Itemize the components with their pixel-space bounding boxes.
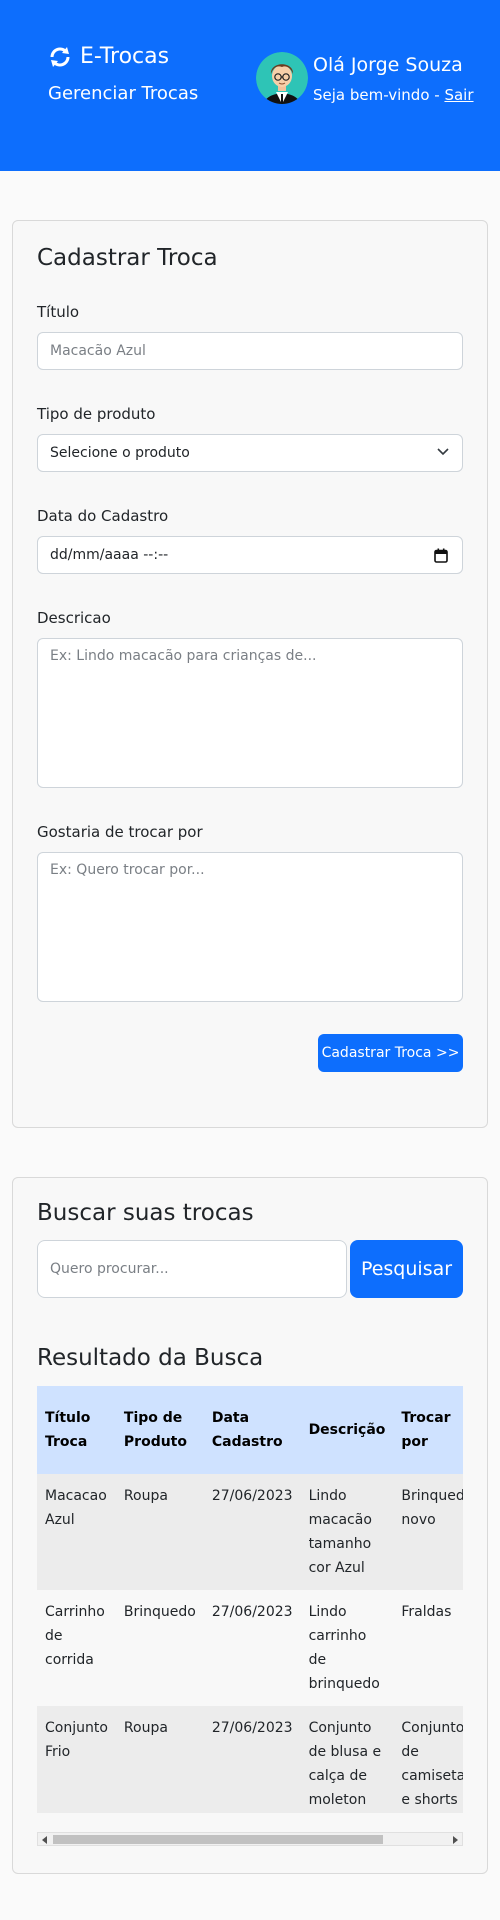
- cell-tipo: Brinquedo: [115, 1590, 204, 1706]
- tipo-select[interactable]: Selecione o produto: [37, 434, 463, 472]
- cell-descricao: Lindo macacão tamanho cor Azul: [300, 1474, 394, 1590]
- data-input[interactable]: dd/mm/aaaa --:--: [37, 536, 463, 574]
- search-button[interactable]: Pesquisar: [350, 1240, 463, 1298]
- cell-titulo: Conjunto Frio: [37, 1706, 116, 1813]
- search-card: Buscar suas trocas Pesquisar Resultado d…: [12, 1177, 488, 1874]
- welcome-line: Seja bem-vindo - Sair: [313, 86, 474, 104]
- cell-trocar: Brinquedo novo: [393, 1474, 463, 1590]
- cell-titulo: Macacao Azul: [37, 1474, 116, 1590]
- cell-data: 27/06/2023: [203, 1590, 301, 1706]
- search-input[interactable]: [37, 1240, 347, 1298]
- results-table-wrap[interactable]: Título Troca Tipo de Produto Data Cadast…: [37, 1386, 463, 1813]
- table-row: Macacao Azul Roupa 27/06/2023 Lindo maca…: [37, 1474, 463, 1590]
- col-header-descricao: Descrição: [300, 1386, 394, 1474]
- table-row: Carrinho de corrida Brinquedo 27/06/2023…: [37, 1590, 463, 1706]
- tipo-select-wrap[interactable]: Selecione o produto: [37, 434, 463, 472]
- logout-link[interactable]: Sair: [444, 86, 473, 104]
- cell-data: 27/06/2023: [203, 1706, 301, 1813]
- register-title: Cadastrar Troca: [37, 245, 218, 271]
- data-label: Data do Cadastro: [37, 507, 169, 525]
- cell-trocar: Fraldas: [393, 1590, 463, 1706]
- data-value: dd/mm/aaaa --:--: [50, 547, 169, 563]
- col-header-trocar: Trocar por: [393, 1386, 463, 1474]
- page-subtitle: Gerenciar Trocas: [48, 83, 199, 104]
- cell-descricao: Conjunto de blusa e calça de moleton: [300, 1706, 394, 1813]
- submit-button[interactable]: Cadastrar Troca >>: [318, 1034, 463, 1072]
- cell-tipo: Roupa: [115, 1706, 204, 1813]
- cell-tipo: Roupa: [115, 1474, 204, 1590]
- titulo-label: Título: [37, 303, 80, 321]
- avatar: [256, 52, 308, 104]
- results-table: Título Troca Tipo de Produto Data Cadast…: [37, 1386, 463, 1813]
- cell-data: 27/06/2023: [203, 1474, 301, 1590]
- search-title: Buscar suas trocas: [37, 1200, 254, 1226]
- calendar-icon[interactable]: [434, 548, 448, 563]
- user-avatar-icon: [256, 52, 308, 104]
- welcome-text: Seja bem-vindo -: [313, 86, 445, 104]
- tipo-label: Tipo de produto: [37, 405, 156, 423]
- col-header-tipo: Tipo de Produto: [115, 1386, 204, 1474]
- scroll-right-icon[interactable]: [453, 1836, 458, 1844]
- top-header: E-Trocas Gerenciar Trocas Olá Jorge Souz…: [0, 0, 500, 171]
- brand[interactable]: E-Trocas: [48, 44, 169, 69]
- col-header-data: Data Cadastro: [203, 1386, 301, 1474]
- descricao-textarea[interactable]: [37, 638, 463, 788]
- trocar-textarea[interactable]: [37, 852, 463, 1002]
- brand-name: E-Trocas: [80, 44, 170, 69]
- table-header-row: Título Troca Tipo de Produto Data Cadast…: [37, 1386, 463, 1474]
- table-horizontal-scrollbar[interactable]: [37, 1832, 463, 1846]
- sync-icon: [50, 46, 70, 67]
- titulo-input[interactable]: [37, 332, 463, 370]
- scroll-left-icon[interactable]: [42, 1836, 47, 1844]
- cell-titulo: Carrinho de corrida: [37, 1590, 116, 1706]
- col-header-titulo: Título Troca: [37, 1386, 116, 1474]
- results-title: Resultado da Busca: [37, 1345, 264, 1371]
- scroll-thumb[interactable]: [53, 1835, 383, 1844]
- register-card: Cadastrar Troca Título Tipo de produto S…: [12, 220, 488, 1128]
- cell-trocar: Conjunto de camiseta e shorts: [393, 1706, 463, 1813]
- descricao-label: Descricao: [37, 609, 111, 627]
- user-greeting: Olá Jorge Souza: [313, 54, 463, 76]
- cell-descricao: Lindo carrinho de brinquedo: [300, 1590, 394, 1706]
- trocar-label: Gostaria de trocar por: [37, 823, 203, 841]
- table-row: Conjunto Frio Roupa 27/06/2023 Conjunto …: [37, 1706, 463, 1813]
